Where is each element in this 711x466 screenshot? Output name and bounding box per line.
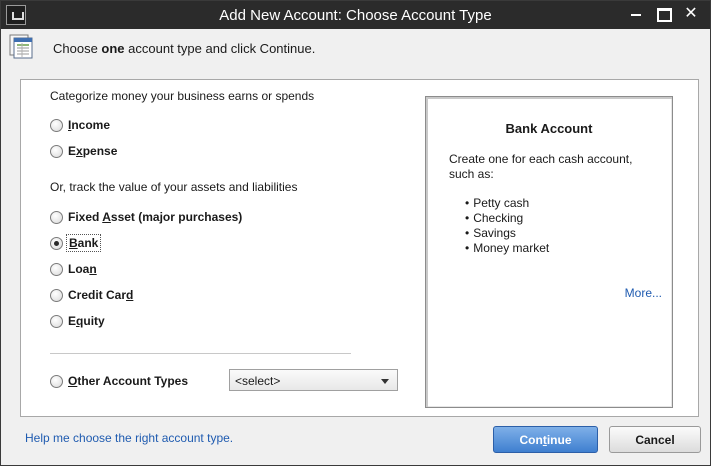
radio-expense-button[interactable] (50, 144, 63, 158)
cancel-button[interactable]: Cancel (609, 426, 701, 453)
continue-button[interactable]: Continue (493, 426, 598, 453)
list-item: Savings (465, 226, 549, 241)
radio-fixed-asset[interactable]: Fixed Asset (major purchases) (50, 209, 242, 225)
radio-equity-label: Equity (68, 314, 105, 328)
radio-income-button[interactable] (50, 118, 63, 132)
chevron-down-icon (381, 379, 389, 384)
radio-credit-card[interactable]: Credit Card (50, 287, 133, 303)
info-description: Create one for each cash account, such a… (449, 152, 633, 181)
radio-other-account-types[interactable]: Other Account Types (50, 373, 188, 389)
account-ledger-icon (9, 34, 33, 59)
radio-loan-button[interactable] (50, 262, 63, 276)
radio-expense-label: Expense (68, 144, 118, 158)
list-item: Money market (465, 241, 549, 256)
assets-section-label: Or, track the value of your assets and l… (50, 180, 298, 194)
radio-bank-label: Bank (65, 234, 102, 252)
radio-bank[interactable]: Bank (50, 234, 102, 252)
other-account-type-select[interactable]: <select> (229, 369, 398, 391)
account-type-panel: Categorize money your business earns or … (20, 79, 699, 417)
close-button[interactable]: ✕ (679, 4, 703, 24)
earn-spend-section-label: Categorize money your business earns or … (50, 89, 315, 103)
title-bar: Add New Account: Choose Account Type ✕ (1, 1, 710, 29)
info-example-list: Petty cash Checking Savings Money market (465, 196, 549, 256)
other-account-type-value: <select> (235, 374, 281, 388)
radio-fixed-asset-label: Fixed Asset (major purchases) (68, 210, 243, 224)
radio-expense[interactable]: Expense (50, 143, 117, 159)
instruction-header: Choose one account type and click Contin… (1, 29, 710, 67)
radio-other-label: Other Account Types (68, 374, 189, 388)
help-choose-account-link[interactable]: Help me choose the right account type. (25, 431, 233, 445)
section-divider (50, 353, 351, 354)
list-item: Checking (465, 211, 549, 226)
radio-fixed-asset-button[interactable] (50, 210, 63, 224)
radio-credit-card-button[interactable] (50, 288, 63, 302)
radio-loan[interactable]: Loan (50, 261, 97, 277)
maximize-button[interactable] (651, 4, 675, 24)
window-title: Add New Account: Choose Account Type (219, 7, 492, 24)
minimize-button[interactable] (624, 4, 648, 24)
radio-equity-button[interactable] (50, 314, 63, 328)
info-title: Bank Account (505, 121, 593, 136)
list-item: Petty cash (465, 196, 549, 211)
account-info-panel: Bank Account Create one for each cash ac… (425, 96, 673, 408)
radio-loan-label: Loan (68, 262, 97, 276)
radio-other-button[interactable] (50, 374, 63, 388)
more-link[interactable]: More... (625, 286, 662, 300)
radio-income-label: Income (68, 118, 111, 132)
radio-equity[interactable]: Equity (50, 313, 105, 329)
radio-income[interactable]: Income (50, 117, 110, 133)
radio-bank-button[interactable] (50, 236, 63, 250)
radio-credit-card-label: Credit Card (68, 288, 134, 302)
dialog-window: Add New Account: Choose Account Type ✕ C… (0, 0, 711, 466)
instruction-text: Choose one account type and click Contin… (53, 41, 316, 56)
